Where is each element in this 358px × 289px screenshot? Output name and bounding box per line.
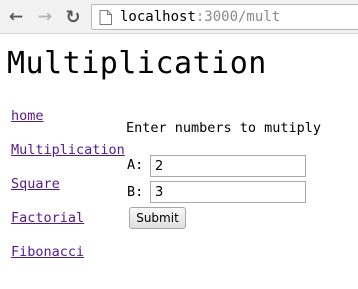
url-host: localhost bbox=[120, 9, 196, 25]
reload-icon[interactable]: ↻ bbox=[63, 7, 83, 28]
page-content: Multiplication home Multiplication Squar… bbox=[0, 35, 358, 289]
url-text: localhost:3000/mult bbox=[120, 9, 280, 25]
nav-link-factorial[interactable]: Factorial bbox=[11, 210, 84, 226]
back-arrow-icon[interactable]: ← bbox=[6, 7, 26, 27]
form-prompt: Enter numbers to mutiply bbox=[126, 120, 322, 136]
address-bar[interactable]: localhost:3000/mult bbox=[91, 4, 358, 30]
nav-link-multiplication[interactable]: Multiplication bbox=[11, 142, 125, 158]
browser-toolbar: ← → ↻ localhost:3000/mult bbox=[0, 0, 358, 34]
nav-link-fibonacci[interactable]: Fibonacci bbox=[11, 244, 84, 260]
forward-arrow-icon[interactable]: → bbox=[35, 7, 55, 27]
label-a: A: bbox=[127, 157, 144, 173]
label-b: B: bbox=[127, 184, 144, 200]
nav-link-home[interactable]: home bbox=[11, 108, 44, 124]
submit-button[interactable]: Submit bbox=[129, 207, 186, 229]
page-icon bbox=[99, 10, 112, 25]
url-path: :3000/mult bbox=[195, 9, 281, 25]
page-title: Multiplication bbox=[7, 46, 267, 81]
input-b[interactable] bbox=[150, 181, 306, 203]
nav-link-square[interactable]: Square bbox=[11, 176, 60, 192]
input-a[interactable] bbox=[150, 155, 306, 177]
